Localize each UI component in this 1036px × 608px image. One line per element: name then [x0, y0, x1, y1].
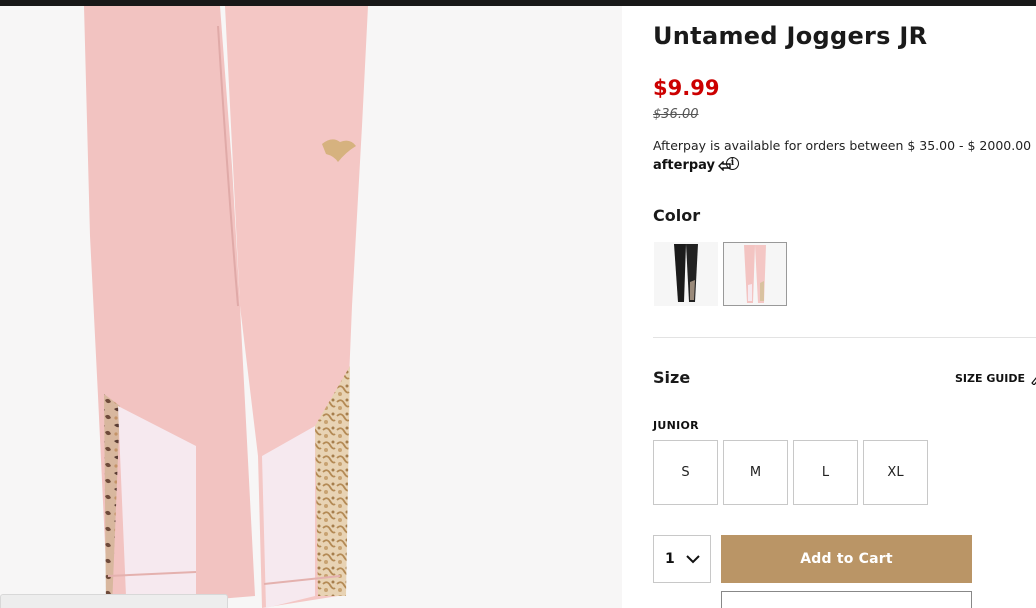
size-group-label: JUNIOR — [653, 419, 699, 432]
color-swatch-pink[interactable] — [723, 242, 787, 306]
afterpay-logo: afterpay — [653, 158, 733, 173]
color-swatch-black[interactable] — [654, 242, 718, 306]
product-title: Untamed Joggers JR — [653, 22, 928, 50]
chevron-down-icon — [686, 555, 700, 564]
size-guide-label: SIZE GUIDE — [955, 371, 1026, 385]
product-image-joggers — [84, 6, 368, 608]
add-to-cart-button[interactable]: Add to Cart — [721, 535, 972, 583]
info-icon[interactable]: i — [726, 157, 739, 170]
divider — [653, 337, 1036, 338]
afterpay-logo-text: afterpay — [653, 158, 716, 173]
original-price: $36.00 — [653, 107, 699, 122]
size-label: Size — [653, 368, 691, 387]
quantity-value: 1 — [665, 551, 675, 567]
size-option-xl[interactable]: XL — [863, 440, 928, 505]
sale-price: $9.99 — [653, 76, 720, 100]
size-option-l[interactable]: L — [793, 440, 858, 505]
product-info-panel: Untamed Joggers JR $9.99 $36.00 Afterpay… — [653, 0, 1036, 608]
quantity-select[interactable]: 1 — [653, 535, 711, 583]
afterpay-message: Afterpay is available for orders between… — [653, 138, 1032, 153]
swatch-black-image — [674, 244, 698, 302]
gallery-tab[interactable] — [0, 594, 228, 608]
size-guide-link[interactable]: SIZE GUIDE — [955, 371, 1036, 385]
swatch-pink-image — [744, 245, 766, 303]
size-option-s[interactable]: S — [653, 440, 718, 505]
secondary-button[interactable] — [721, 591, 972, 608]
product-image-gallery[interactable] — [0, 6, 622, 608]
color-label: Color — [653, 206, 701, 225]
ruler-icon — [1031, 377, 1036, 385]
size-option-m[interactable]: M — [723, 440, 788, 505]
